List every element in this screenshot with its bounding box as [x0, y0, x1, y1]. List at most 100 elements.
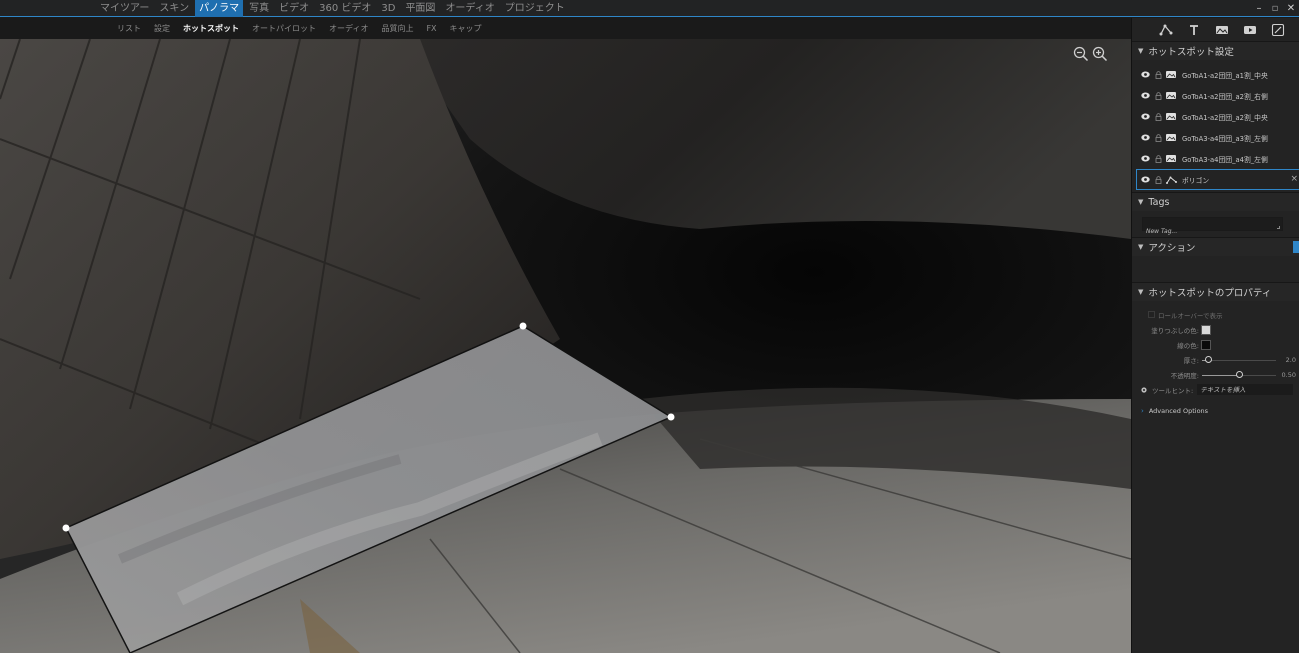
- polygon-icon[interactable]: [1159, 23, 1173, 37]
- tab-hotspots[interactable]: ホットスポット: [183, 18, 239, 39]
- resize-handle-icon[interactable]: [1277, 226, 1280, 229]
- opacity-value: 0.50: [1281, 370, 1296, 379]
- tab-audio[interactable]: オーディオ: [329, 18, 368, 39]
- close-button[interactable]: ✕: [1283, 0, 1299, 17]
- minimize-button[interactable]: –: [1251, 0, 1267, 17]
- nav-skin[interactable]: スキン: [155, 0, 193, 17]
- nav-panorama[interactable]: パノラマ: [195, 0, 244, 17]
- polygon-vertex-handle[interactable]: [519, 322, 527, 330]
- edit-icon[interactable]: [1271, 23, 1285, 37]
- remove-hotspot-button[interactable]: ×: [1290, 174, 1298, 184]
- hotspot-list-item[interactable]: GoToA3-a4団団_a4割_左側: [1132, 148, 1299, 169]
- section-title: ホットスポットのプロパティ: [1148, 288, 1272, 299]
- section-title: Tags: [1148, 196, 1170, 208]
- top-menu-bar: マイツアー スキン パノラマ 写真 ビデオ 360 ビデオ 3D 平面図 オーデ…: [0, 0, 1299, 17]
- slider-knob[interactable]: [1236, 370, 1243, 378]
- image-icon: [1166, 112, 1177, 121]
- new-tag-input[interactable]: [1143, 225, 1282, 238]
- eye-icon[interactable]: [1141, 175, 1150, 184]
- add-action-button[interactable]: [1293, 241, 1299, 253]
- hotspot-toolbar: [1132, 18, 1299, 41]
- tab-cap[interactable]: キャップ: [450, 18, 482, 39]
- gear-icon[interactable]: [1140, 386, 1148, 394]
- panorama-scene[interactable]: [0, 39, 1131, 653]
- lock-icon[interactable]: [1155, 133, 1163, 142]
- section-title: アクション: [1148, 243, 1196, 254]
- nav-audio[interactable]: オーディオ: [441, 0, 498, 17]
- action-list: [1132, 256, 1299, 282]
- lock-icon[interactable]: [1155, 91, 1163, 100]
- border-color-label: 線の色:: [1177, 341, 1199, 350]
- tab-list[interactable]: リスト: [117, 18, 141, 39]
- hotspot-list-item[interactable]: GoToA1-a2団団_a2割_中央: [1132, 106, 1299, 127]
- tags-header[interactable]: ▼ Tags: [1132, 192, 1299, 211]
- advanced-options-label: Advanced Options: [1148, 407, 1209, 415]
- image-icon: [1166, 91, 1177, 100]
- hotspot-list-item[interactable]: GoToA1-a2団団_a2割_右側: [1132, 85, 1299, 106]
- tooltip-row: ツールヒント:: [1132, 382, 1299, 397]
- section-title: ホットスポット設定: [1148, 47, 1234, 58]
- panorama-viewport[interactable]: [0, 39, 1131, 653]
- rollover-label: ロールオーバーで表示: [1158, 311, 1223, 320]
- lock-icon[interactable]: [1155, 175, 1163, 184]
- hotspot-settings-header[interactable]: ▼ ホットスポット設定: [1132, 41, 1299, 60]
- advanced-options-toggle[interactable]: › Advanced Options: [1132, 403, 1299, 419]
- thickness-label: 厚さ:: [1183, 356, 1199, 365]
- opacity-slider[interactable]: [1202, 370, 1276, 379]
- nav-video[interactable]: ビデオ: [275, 0, 313, 17]
- restore-button[interactable]: ▫: [1267, 0, 1283, 17]
- lock-icon[interactable]: [1155, 70, 1163, 79]
- lock-icon[interactable]: [1155, 154, 1163, 163]
- nav-360-video[interactable]: 360 ビデオ: [315, 0, 375, 17]
- tab-autopilot[interactable]: オートパイロット: [252, 18, 316, 39]
- video-icon[interactable]: [1243, 23, 1257, 37]
- hotspot-name: ポリゴン: [1182, 176, 1210, 185]
- opacity-label: 不透明度:: [1170, 371, 1199, 380]
- hotspot-name: GoToA3-a4団団_a4割_左側: [1182, 155, 1268, 164]
- nav-photo[interactable]: 写真: [245, 0, 273, 17]
- tab-quality[interactable]: 品質向上: [381, 18, 413, 39]
- slider-fill: [1202, 374, 1239, 376]
- rollover-checkbox[interactable]: [1148, 311, 1155, 318]
- image-icon[interactable]: [1215, 23, 1229, 37]
- eye-icon[interactable]: [1141, 112, 1150, 121]
- hotspot-list-item[interactable]: GoToA3-a4団団_a3割_左側: [1132, 127, 1299, 148]
- hotspot-properties-header[interactable]: ▼ ホットスポットのプロパティ: [1132, 282, 1299, 301]
- text-icon[interactable]: [1187, 23, 1201, 37]
- eye-icon[interactable]: [1141, 133, 1150, 142]
- eye-icon[interactable]: [1141, 91, 1150, 100]
- hotspot-list-item[interactable]: ポリゴン ×: [1136, 169, 1299, 190]
- rollover-row: ロールオーバーで表示: [1132, 307, 1299, 322]
- collapse-caret-icon: ▼: [1138, 288, 1144, 296]
- collapse-caret-icon: ▼: [1138, 47, 1144, 55]
- collapse-caret-icon: ▼: [1138, 243, 1144, 251]
- border-color-swatch[interactable]: [1201, 339, 1211, 350]
- tooltip-input[interactable]: [1197, 384, 1294, 395]
- polygon-vertex-handle[interactable]: [667, 413, 675, 421]
- eye-icon[interactable]: [1141, 154, 1150, 163]
- slider-knob[interactable]: [1205, 355, 1212, 363]
- zoom-in-icon[interactable]: [1092, 46, 1108, 62]
- app-window: マイツアー スキン パノラマ 写真 ビデオ 360 ビデオ 3D 平面図 オーデ…: [0, 0, 1299, 653]
- lock-icon[interactable]: [1155, 112, 1163, 121]
- hotspot-name: GoToA1-a2団団_a1割_中央: [1182, 71, 1268, 80]
- hotspot-list: GoToA1-a2団団_a1割_中央 GoToA1-a2団団_a2割_右側 GoTo…: [1132, 60, 1299, 190]
- top-nav: マイツアー スキン パノラマ 写真 ビデオ 360 ビデオ 3D 平面図 オーデ…: [96, 0, 571, 17]
- nav-project[interactable]: プロジェクト: [501, 0, 569, 17]
- action-header[interactable]: ▼ アクション: [1132, 237, 1299, 256]
- fill-color-swatch[interactable]: [1201, 324, 1211, 335]
- nav-3d[interactable]: 3D: [377, 0, 399, 17]
- slider-track: [1202, 359, 1276, 361]
- hotspot-list-item[interactable]: GoToA1-a2団団_a1割_中央: [1132, 64, 1299, 85]
- hotspot-name: GoToA1-a2団団_a2割_右側: [1182, 92, 1268, 101]
- eye-icon[interactable]: [1141, 70, 1150, 79]
- nav-my-tour[interactable]: マイツアー: [96, 0, 153, 17]
- thickness-slider[interactable]: [1202, 355, 1276, 364]
- zoom-out-icon[interactable]: [1073, 46, 1089, 62]
- hotspot-name: GoToA1-a2団団_a2割_中央: [1182, 113, 1268, 122]
- polygon-vertex-handle[interactable]: [62, 524, 70, 532]
- hotspot-panel: ▼ ホットスポット設定 GoToA1-a2団団_a1割_中央 GoToA1-a2団…: [1131, 18, 1299, 653]
- tab-settings[interactable]: 設定: [154, 18, 170, 39]
- nav-floor-plan[interactable]: 平面図: [401, 0, 439, 17]
- tab-fx[interactable]: FX: [426, 18, 436, 39]
